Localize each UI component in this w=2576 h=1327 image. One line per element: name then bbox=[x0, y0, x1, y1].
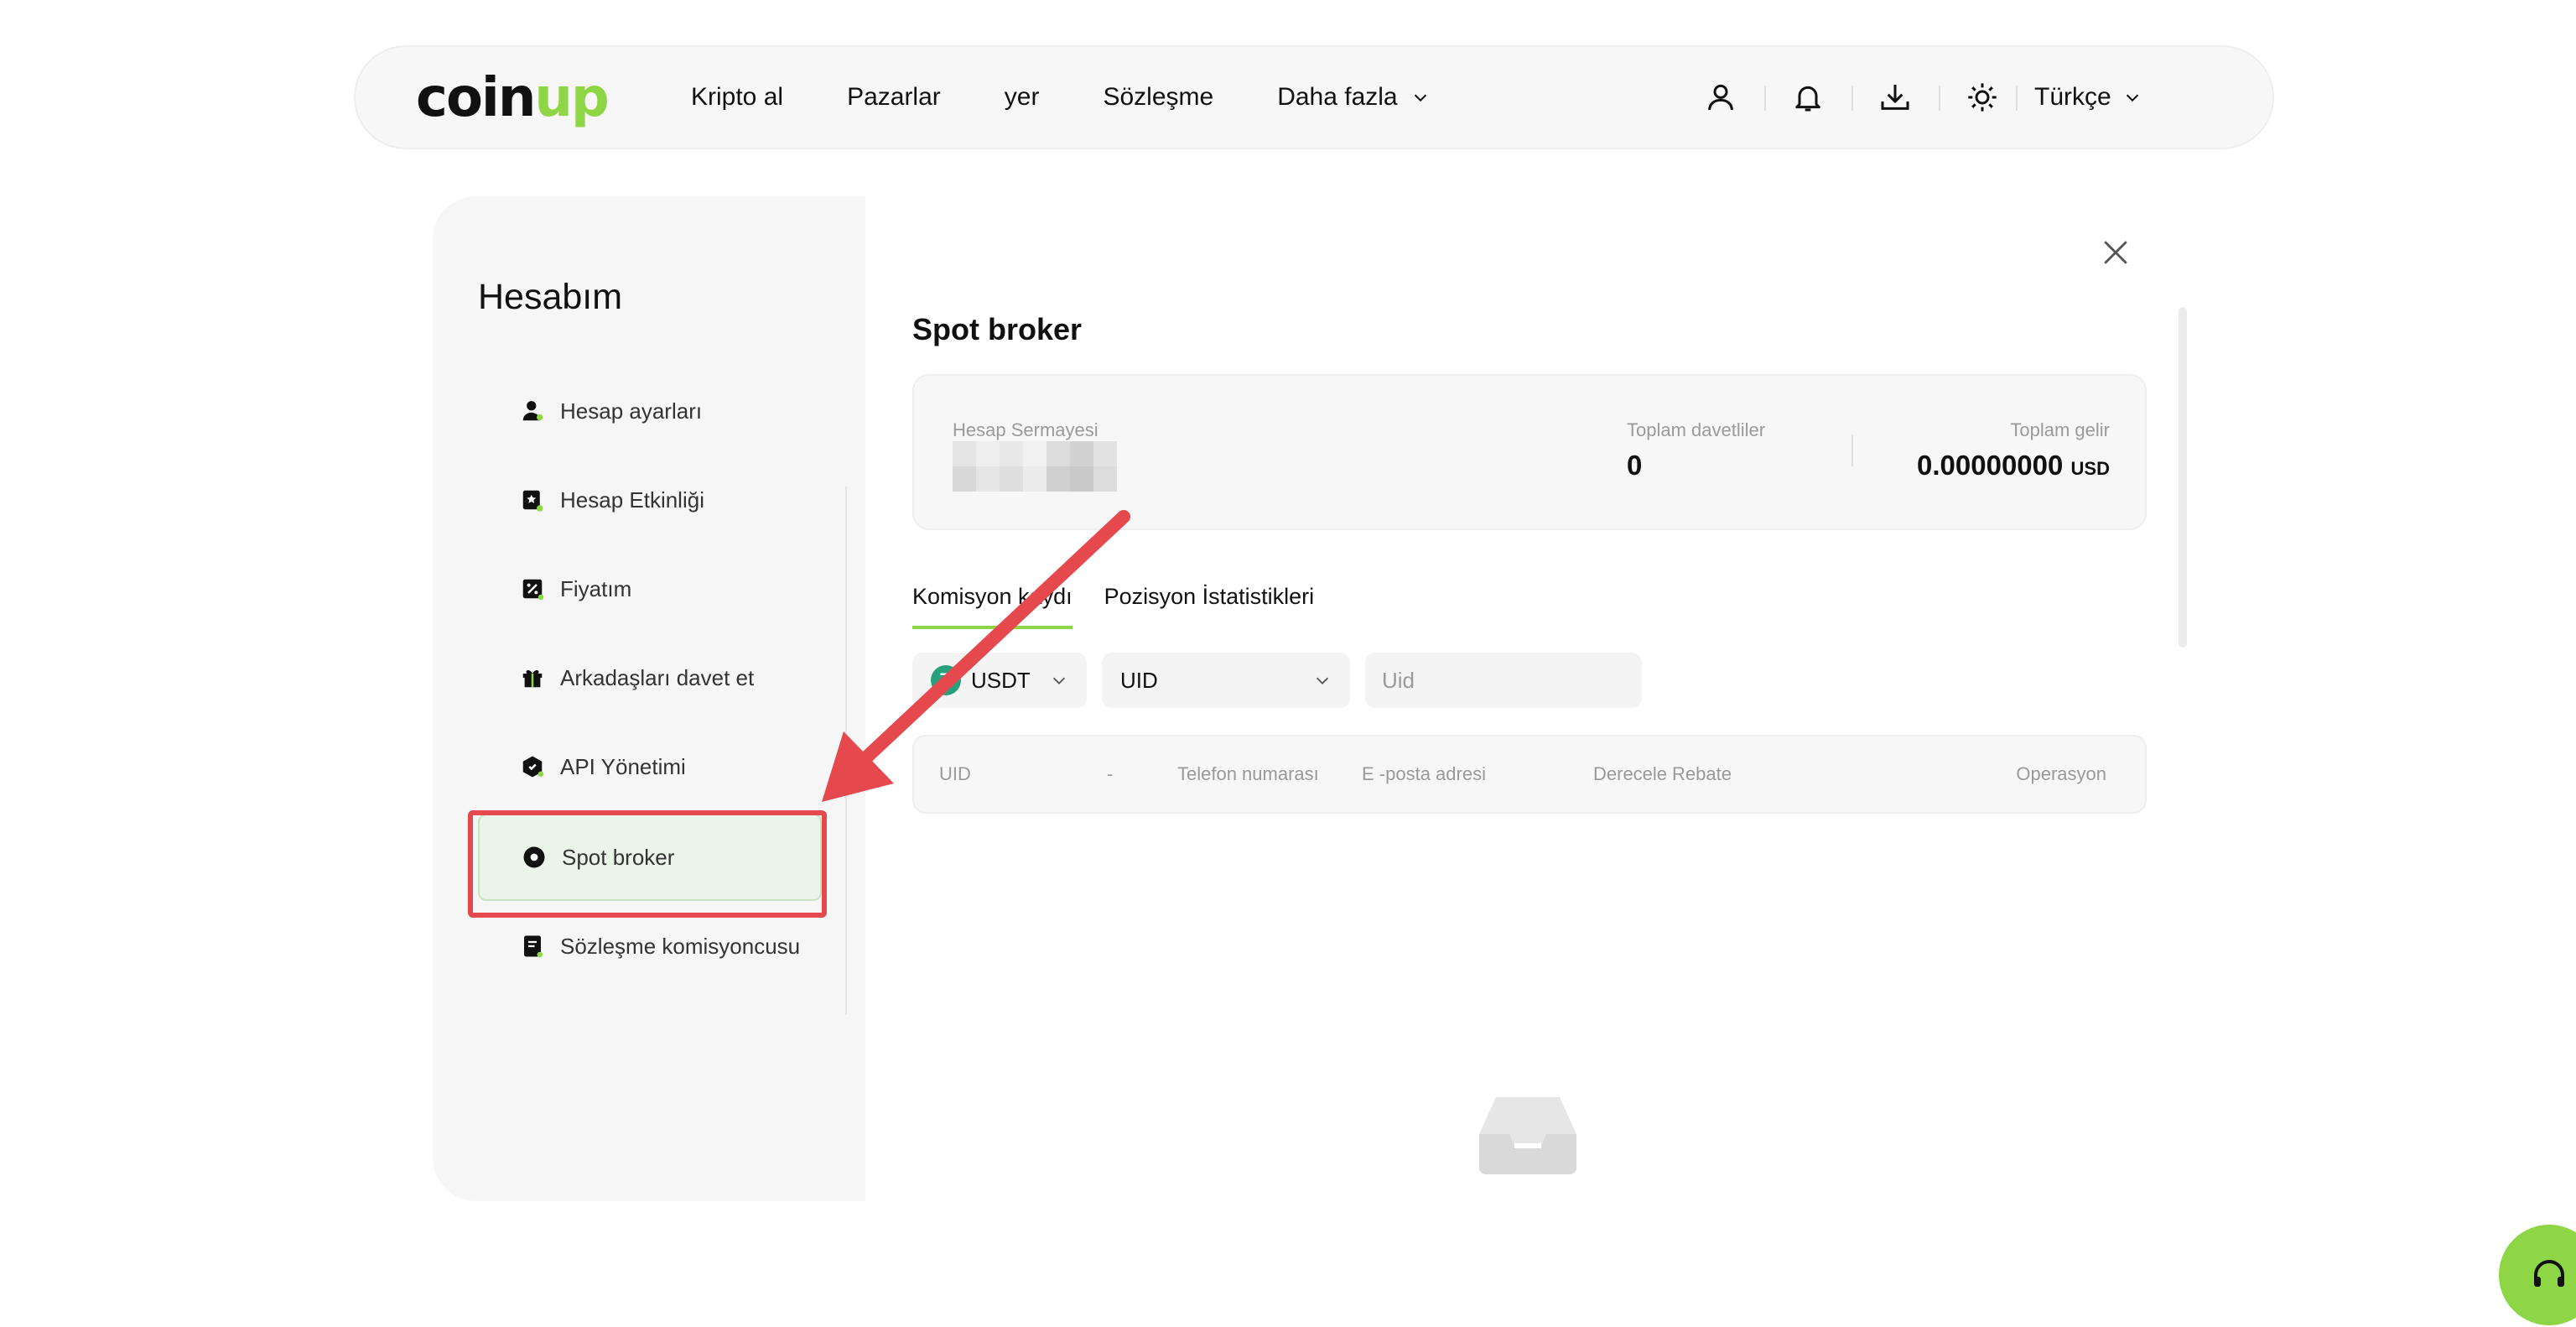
filter-bar: ₮ USDT UID bbox=[912, 653, 1642, 708]
scrollbar[interactable] bbox=[2179, 307, 2187, 648]
nav-contract-label: Sözleşme bbox=[1103, 83, 1214, 111]
sidebar-item-account-activity[interactable]: Hesap Etkinliği bbox=[478, 456, 822, 544]
language-selector[interactable]: Türkçe bbox=[2034, 47, 2142, 148]
user-icon[interactable] bbox=[1677, 47, 1764, 148]
tab-position-statistics[interactable]: Pozisyon İstatistikleri bbox=[1104, 579, 1315, 629]
column-dash: - bbox=[1107, 763, 1114, 784]
api-icon bbox=[520, 754, 545, 779]
invites-value: 0 bbox=[1627, 450, 1643, 481]
header-divider bbox=[2016, 86, 2018, 111]
chevron-down-icon bbox=[1052, 677, 1066, 684]
capital-value-redacted bbox=[953, 441, 1117, 492]
uid-search-input[interactable] bbox=[1365, 653, 1642, 708]
support-chat-button[interactable] bbox=[2499, 1225, 2576, 1325]
sidebar-title: Hesabım bbox=[478, 277, 623, 317]
nav-contract[interactable]: Sözleşme bbox=[1103, 83, 1213, 112]
nav-more[interactable]: Daha fazla bbox=[1277, 83, 1429, 112]
contract-icon bbox=[520, 934, 545, 959]
coin-select[interactable]: ₮ USDT bbox=[912, 653, 1087, 708]
income-value: 0.00000000 USD bbox=[1917, 450, 2110, 481]
column-level: Derecele bbox=[1593, 763, 1668, 784]
stats-divider bbox=[1852, 435, 1853, 466]
column-email: E -posta adresi bbox=[1362, 763, 1486, 784]
sun-icon[interactable] bbox=[1939, 47, 2026, 148]
tab-commission-record[interactable]: Komisyon kaydı bbox=[912, 579, 1072, 629]
sidebar-item-api-management[interactable]: API Yönetimi bbox=[478, 723, 822, 810]
column-operation: Operasyon bbox=[2016, 763, 2106, 784]
sidebar-item-label: Hesap ayarları bbox=[560, 398, 703, 424]
bell-icon[interactable] bbox=[1764, 47, 1852, 148]
headset-icon bbox=[2534, 1260, 2564, 1287]
usdt-icon: ₮ bbox=[931, 665, 961, 695]
invites-label: Toplam davetliler bbox=[1627, 419, 1766, 440]
nav-more-label: Daha fazla bbox=[1277, 83, 1398, 111]
tab-bar: Komisyon kaydı Pozisyon İstatistikleri bbox=[912, 579, 1346, 629]
table-header: UID - Telefon numarası E -posta adresi D… bbox=[912, 735, 2147, 814]
logo-text-up: up bbox=[534, 67, 609, 129]
sidebar-item-invite-friends[interactable]: Arkadaşları davet et bbox=[478, 634, 822, 721]
nav-markets-label: Pazarlar bbox=[847, 83, 941, 111]
top-navigation-bar: coin up Kripto al Pazarlar yer Sözleşme D… bbox=[354, 45, 2274, 149]
activity-icon bbox=[520, 487, 545, 513]
capital-label: Hesap Sermayesi bbox=[953, 419, 1098, 440]
chevron-down-icon bbox=[2126, 94, 2138, 102]
download-icon[interactable] bbox=[1852, 47, 1939, 148]
close-icon[interactable] bbox=[2101, 238, 2130, 267]
header-icons bbox=[1677, 47, 2026, 148]
annotation-highlight-box bbox=[468, 810, 827, 918]
sidebar-divider bbox=[845, 487, 847, 1015]
percent-icon bbox=[520, 576, 545, 601]
sidebar-item-label: API Yönetimi bbox=[560, 753, 686, 779]
chevron-down-icon bbox=[1414, 94, 1426, 102]
language-label: Türkçe bbox=[2034, 83, 2111, 111]
sidebar-item-label: Sözleşme komisyoncusu bbox=[560, 933, 801, 959]
chevron-down-icon bbox=[1316, 677, 1329, 684]
nav-markets[interactable]: Pazarlar bbox=[847, 83, 941, 112]
coin-select-value: USDT bbox=[971, 667, 1031, 693]
nav-spot-label: yer bbox=[1004, 83, 1040, 111]
user-settings-icon bbox=[520, 398, 545, 424]
page-title: Spot broker bbox=[912, 312, 1083, 346]
nav-buy-crypto[interactable]: Kripto al bbox=[691, 83, 783, 112]
column-phone: Telefon numarası bbox=[1177, 763, 1319, 784]
sidebar-item-account-settings[interactable]: Hesap ayarları bbox=[478, 367, 822, 455]
income-label: Toplam gelir bbox=[2010, 419, 2110, 440]
gift-icon bbox=[520, 665, 545, 690]
column-uid: UID bbox=[939, 763, 971, 784]
stats-card: Hesap Sermayesi Toplam davetliler 0 Topl… bbox=[912, 374, 2147, 530]
income-amount: 0.00000000 bbox=[1917, 450, 2064, 481]
field-select[interactable]: UID bbox=[1102, 653, 1350, 708]
sidebar-item-label: Hesap Etkinliği bbox=[560, 487, 704, 513]
nav-buy-crypto-label: Kripto al bbox=[691, 83, 784, 111]
field-select-value: UID bbox=[1120, 667, 1158, 693]
sidebar-item-my-price[interactable]: Fiyatım bbox=[478, 545, 822, 632]
main-nav: Kripto al Pazarlar yer Sözleşme Daha faz… bbox=[691, 47, 1493, 148]
sidebar-item-label: Arkadaşları davet et bbox=[560, 664, 755, 690]
column-rebate: Rebate bbox=[1672, 763, 1732, 784]
empty-inbox-icon bbox=[1479, 1097, 1576, 1174]
sidebar-item-label: Fiyatım bbox=[560, 575, 632, 601]
coinup-logo[interactable]: coin up bbox=[416, 67, 610, 129]
income-unit: USD bbox=[2070, 458, 2110, 479]
account-sidebar: Hesabım Hesap ayarları Hesap Etkinliği F… bbox=[433, 196, 865, 1201]
nav-spot[interactable]: yer bbox=[1005, 83, 1040, 112]
logo-text-coin: coin bbox=[416, 67, 536, 129]
